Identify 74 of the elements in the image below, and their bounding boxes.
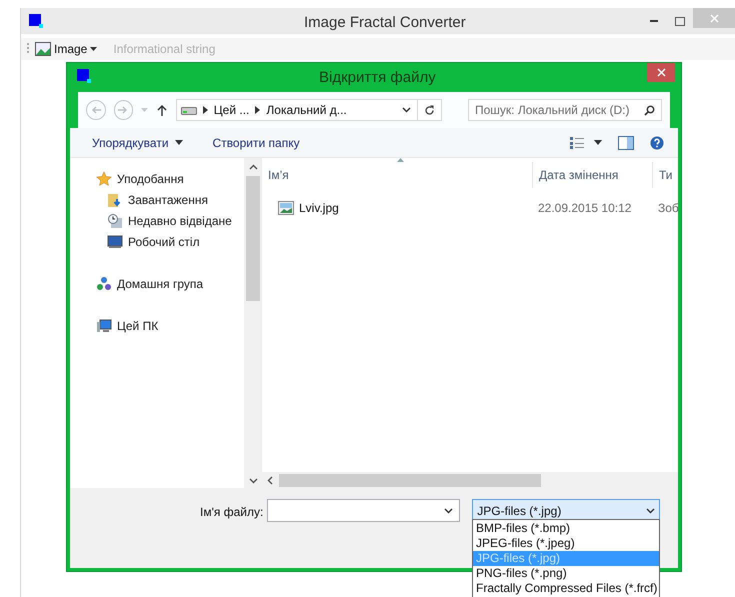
network-icon [96,276,112,292]
search-field[interactable]: Пошук: Локальний диск (D:) [468,99,662,121]
command-button[interactable]: Упорядкувати [92,134,183,152]
nav-item[interactable]: Уподобання [117,170,184,188]
nav-item[interactable]: Завантаження [128,190,208,208]
dropdown-option[interactable]: BMP-files (*.bmp) [473,521,659,536]
status-text: Informational string [113,41,216,58]
search-icon [644,104,655,116]
back-button[interactable] [86,100,106,120]
dropdown-option[interactable]: JPEG-files (*.jpeg) [473,536,659,551]
column-header[interactable]: Ти [659,166,673,184]
dialog-title: Відкриття файлу [319,68,436,88]
nav-item[interactable]: Робочий стіл [128,232,200,250]
image-menu-button[interactable]: Image [35,40,98,58]
nav-item[interactable]: Цей ПК [117,316,158,334]
folder-icon [107,192,123,208]
caret-icon [402,107,410,113]
image-file-icon [278,201,294,215]
vertical-scrollbar[interactable] [244,158,262,488]
breadcrumb[interactable]: Локальний д... [266,101,347,119]
command-button[interactable]: Створити папку [212,134,300,152]
scrollbar-thumb[interactable] [279,474,541,486]
preview-pane-button[interactable] [618,136,634,150]
help-button[interactable] [650,136,664,150]
caret-icon [90,47,98,51]
filename-field[interactable] [267,499,460,522]
refresh-icon [424,104,435,116]
drive-icon [180,105,197,115]
forward-button[interactable] [114,100,134,120]
close-button[interactable] [647,63,675,82]
chevron-left-icon [267,476,273,484]
arrow-right-icon [118,106,128,114]
address-bar[interactable]: Цей ... Локальний д... [176,99,442,121]
clock-folder-icon [107,212,123,228]
chevron-right-icon [202,106,208,114]
dropdown-option[interactable]: Fractally Compressed Files (*.frcf) [473,581,659,596]
caret-icon [646,508,656,514]
view-button[interactable] [570,136,602,148]
nav-item[interactable]: Недавно відвідане [128,212,232,230]
close-icon [710,14,718,22]
maximize-icon [675,16,685,26]
picture-icon [35,41,51,57]
file-name[interactable]: Lviv.jpg [299,199,339,217]
window-title: Image Fractal Converter [304,13,466,33]
close-icon [656,68,666,77]
scrollbar-thumb[interactable] [246,176,260,301]
horizontal-scrollbar[interactable] [262,472,678,488]
computer-icon [96,318,112,334]
chevron-up-icon [248,164,258,170]
help-icon [650,136,664,150]
column-header[interactable]: Дата змінення [539,166,618,184]
star-icon [96,170,112,186]
breadcrumb[interactable]: Цей ... [214,101,250,119]
table-cell: 22.09.2015 10:12 [538,201,632,215]
monitor-icon [107,234,123,248]
pane-icon [618,136,634,150]
caret-icon [174,140,183,145]
column-header[interactable]: Ім’я [268,166,289,184]
list-view-icon [570,136,584,148]
caret-icon [444,508,454,514]
app-icon [77,68,91,82]
table-cell: Зоб [658,201,678,215]
arrow-left-icon [90,106,101,114]
sort-arrow-icon [397,158,404,162]
dropdown-option[interactable]: PNG-files (*.png) [473,566,659,581]
chevron-right-icon [255,106,260,114]
nav-item[interactable]: Домашня група [117,274,204,292]
caret-icon [594,140,602,145]
minimize-icon [650,20,658,22]
arrow-up-icon [156,104,167,116]
chevron-down-icon [248,478,258,484]
caret-icon [141,108,148,112]
app-icon [29,14,43,28]
field-label: Ім'я файлу: [200,504,264,521]
